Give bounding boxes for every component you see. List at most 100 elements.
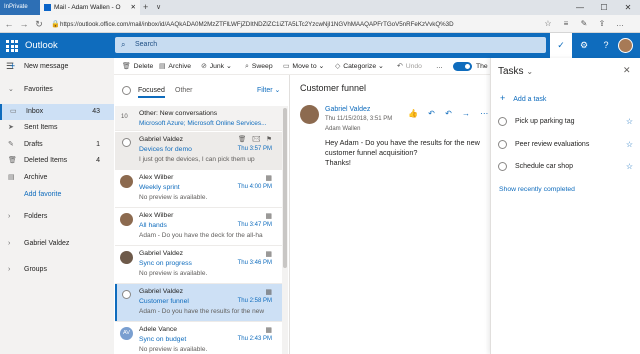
list-item[interactable]: Alex Wilber ▦ Weekly sprint Thu 4:00 PM …: [115, 170, 282, 208]
avatar: AV: [120, 327, 133, 340]
drafts-icon: ✎: [8, 141, 14, 148]
share-icon[interactable]: ⇪: [594, 15, 610, 33]
task-checkbox[interactable]: [498, 162, 507, 171]
task-checkbox[interactable]: [498, 140, 507, 149]
categorize-button[interactable]: ◇ Categorize ⌄: [335, 58, 384, 75]
window-maximize-button[interactable]: ☐: [592, 0, 616, 15]
move-icon: ▭: [283, 63, 290, 70]
avatar[interactable]: [300, 105, 319, 124]
outlook-brand[interactable]: Outlook: [25, 33, 58, 58]
folder-label: Sent Items: [24, 124, 58, 131]
task-item[interactable]: Pick up parking tag ☆: [497, 114, 633, 130]
show-completed-link[interactable]: Show recently completed: [499, 186, 575, 193]
calendar-icon: ▦: [265, 213, 272, 220]
account-section[interactable]: › Gabriel Valdez: [0, 236, 114, 252]
categorize-label: Categorize: [343, 63, 377, 70]
undo-button[interactable]: ↶ Undo: [397, 58, 422, 75]
account-avatar[interactable]: [618, 38, 633, 53]
move-to-button[interactable]: ▭ Move to ⌄: [283, 58, 324, 75]
select-checkbox[interactable]: [122, 138, 131, 147]
folder-archive[interactable]: ▤ Archive: [0, 170, 114, 186]
hub-icon[interactable]: ≡: [558, 15, 574, 33]
folder-sent-items[interactable]: ➤ Sent Items: [0, 120, 114, 136]
add-favorite-link[interactable]: Add favorite: [0, 187, 114, 203]
task-label: Peer review evaluations: [515, 141, 590, 148]
mail-time: Thu 3:47 PM: [237, 222, 272, 228]
reply-actions-icon[interactable]: 👍 ↶ ↶ → ⋯: [408, 109, 492, 118]
archive-button[interactable]: ▤ Archive: [159, 58, 191, 75]
close-icon[interactable]: ✕: [623, 65, 631, 76]
filter-button[interactable]: Filter ⌄: [257, 75, 280, 106]
web-note-icon[interactable]: ✎: [576, 15, 592, 33]
other-conversations-banner[interactable]: 10 Other: New conversations Microsoft Az…: [115, 106, 282, 131]
more-commands-icon[interactable]: …: [436, 58, 443, 75]
tab-focused[interactable]: Focused: [138, 75, 165, 106]
message-list-scrollbar[interactable]: [282, 106, 288, 354]
new-tab-button[interactable]: +: [143, 0, 148, 15]
folder-drafts[interactable]: ✎ Drafts 1: [0, 137, 114, 153]
settings-gear-icon[interactable]: ⚙: [573, 33, 595, 58]
forward-button[interactable]: →: [17, 15, 31, 33]
list-item[interactable]: Gabriel Valdez ▦ Customer funnel Thu 2:5…: [115, 284, 282, 322]
url-field[interactable]: https://outlook.office.com/mail/inbox/id…: [60, 19, 500, 30]
list-item[interactable]: Gabriel Valdez 🗑 ✉ ⚑ Devices for demo Th…: [115, 132, 282, 170]
tab-list-chevron-icon[interactable]: ∨: [156, 0, 161, 15]
message-sender[interactable]: Gabriel Valdez: [325, 106, 370, 113]
list-item[interactable]: Alex Wilber ▦ All hands Thu 3:47 PM Adam…: [115, 208, 282, 246]
folder-deleted-items[interactable]: 🗑 Deleted Items 4: [0, 153, 114, 169]
task-item[interactable]: Peer review evaluations ☆: [497, 137, 633, 153]
add-task-button[interactable]: + Add a task: [500, 93, 546, 103]
refresh-button[interactable]: ↻: [32, 15, 46, 33]
task-label: Schedule car shop: [515, 163, 573, 170]
folders-section[interactable]: › Folders: [0, 209, 114, 225]
junk-button[interactable]: ⊘ Junk ⌄: [201, 58, 232, 75]
folder-label: Archive: [24, 174, 48, 181]
mail-sender: Adele Vance: [139, 326, 178, 333]
favorite-star-icon[interactable]: ☆: [540, 15, 556, 33]
quick-actions-icon[interactable]: 🗑 ✉ ⚑: [238, 135, 274, 143]
sweep-button[interactable]: ⌕ Sweep: [245, 58, 273, 75]
groups-section[interactable]: › Groups: [0, 262, 114, 278]
calendar-icon: ▦: [265, 251, 272, 258]
browser-tab[interactable]: Mail - Adam Wallen - O ✕: [40, 0, 140, 15]
inprivate-badge: InPrivate: [0, 0, 40, 15]
mail-subject: All hands: [139, 222, 167, 229]
select-all-checkbox[interactable]: [122, 86, 131, 95]
tab-other[interactable]: Other: [175, 75, 193, 106]
mail-time: Thu 2:43 PM: [237, 336, 272, 342]
star-icon[interactable]: ☆: [626, 114, 633, 130]
new-message-button[interactable]: + New message: [0, 59, 114, 74]
app-launcher-icon[interactable]: [4, 38, 18, 52]
drafts-count: 1: [96, 141, 100, 148]
browser-more-icon[interactable]: …: [612, 15, 628, 33]
calendar-icon: ▦: [265, 327, 272, 334]
select-checkbox[interactable]: [122, 290, 131, 299]
star-icon[interactable]: ☆: [626, 137, 633, 153]
plus-icon: +: [10, 61, 16, 71]
undo-label: Undo: [405, 63, 422, 70]
chevron-down-icon: ⌄: [526, 67, 534, 76]
task-checkbox[interactable]: [498, 117, 507, 126]
mail-preview: No preview is available.: [139, 346, 208, 353]
mail-subject: Customer funnel: [139, 298, 189, 305]
help-icon[interactable]: ?: [595, 33, 617, 58]
tasks-title[interactable]: Tasks ⌄: [498, 66, 533, 77]
delete-button[interactable]: 🗑 Delete: [122, 58, 153, 75]
mail-sender: Gabriel Valdez: [139, 288, 184, 295]
list-item[interactable]: Gabriel Valdez ▦ Sync on progress Thu 3:…: [115, 246, 282, 284]
mail-subject: Weekly sprint: [139, 184, 180, 191]
folder-inbox[interactable]: ▭ Inbox 43: [0, 104, 114, 120]
theme-toggle[interactable]: [453, 62, 472, 71]
tasks-toggle-icon[interactable]: ✓: [550, 33, 572, 58]
window-minimize-button[interactable]: —: [568, 0, 592, 15]
star-icon[interactable]: ☆: [626, 159, 633, 175]
window-close-button[interactable]: ✕: [616, 0, 640, 15]
list-item[interactable]: AV Adele Vance ▦ Sync on budget Thu 2:43…: [115, 322, 282, 354]
task-item[interactable]: Schedule car shop ☆: [497, 159, 633, 175]
mail-preview: No preview is available.: [139, 194, 208, 201]
trash-icon: 🗑: [8, 157, 17, 164]
favorites-section[interactable]: ⌄ Favorites: [0, 82, 114, 98]
back-button[interactable]: ←: [2, 15, 16, 33]
search-input[interactable]: ⌕ Search: [115, 37, 546, 53]
close-tab-icon[interactable]: ✕: [131, 0, 136, 15]
